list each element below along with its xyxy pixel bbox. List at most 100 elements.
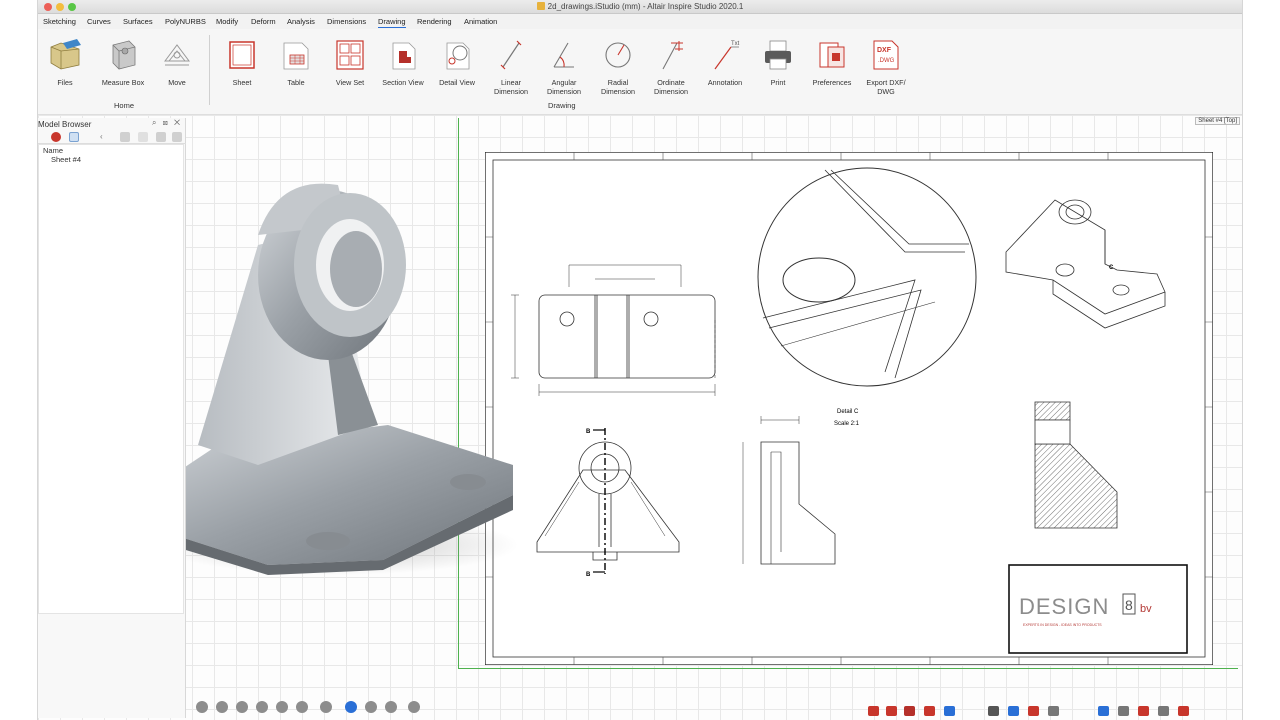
status-tool-icon[interactable]: [868, 706, 879, 716]
model-tree: [38, 144, 184, 614]
tree-item-sheet[interactable]: Sheet #4: [51, 155, 81, 164]
table-tool[interactable]: Table: [266, 37, 326, 88]
tree-column-name: Name: [43, 146, 64, 155]
printer-icon: [765, 40, 791, 70]
radial-dimension-tool[interactable]: Radial Dimension: [588, 37, 648, 96]
link-icon[interactable]: [120, 132, 130, 142]
minus-icon[interactable]: [138, 132, 148, 142]
detail-view-label: Detail View: [439, 78, 475, 87]
view-left-icon[interactable]: [236, 701, 248, 713]
sheet-tab[interactable]: Sheet #4 [Top]: [1195, 117, 1240, 125]
window-title: 2d_drawings.iStudio (mm) - Altair Inspir…: [38, 2, 1242, 11]
angular-dimension-label: Angular Dimension: [547, 78, 581, 96]
view-back-icon[interactable]: [216, 701, 228, 713]
menu-dimensions[interactable]: Dimensions: [327, 17, 366, 26]
title-bar: 2d_drawings.iStudio (mm) - Altair Inspir…: [38, 0, 1242, 14]
menu-deform[interactable]: Deform: [251, 17, 276, 26]
view-set-tool[interactable]: View Set: [320, 37, 380, 88]
status-tool-icon[interactable]: [1008, 706, 1019, 716]
logo-tagline: EXPERTS IN DESIGN - IDEAS INTO PRODUCTS: [1023, 623, 1102, 627]
view-set-icon: [336, 40, 364, 70]
menu-curves[interactable]: Curves: [87, 17, 111, 26]
detail-marker: C: [1109, 265, 1114, 271]
menu-animation[interactable]: Animation: [464, 17, 497, 26]
menu-drawing[interactable]: Drawing: [378, 17, 406, 28]
status-tool-icon[interactable]: [1178, 706, 1189, 716]
back-arrow-icon[interactable]: ‹: [100, 132, 110, 142]
svg-text:Txt: Txt: [731, 41, 740, 47]
view-icon[interactable]: [69, 132, 79, 142]
annotation-label: Annotation: [707, 78, 743, 87]
linear-dimension-label: Linear Dimension: [494, 78, 528, 96]
status-tool-icon[interactable]: [1098, 706, 1109, 716]
zoom-icon[interactable]: [345, 701, 357, 713]
export-dxf-tool[interactable]: DXF .DWG Export DXF/ DWG: [856, 37, 916, 96]
table-icon: [283, 42, 309, 70]
window-title-text: 2d_drawings.iStudio (mm) - Altair Inspir…: [547, 2, 744, 11]
menu-analysis[interactable]: Analysis: [287, 17, 315, 26]
menu-sketching[interactable]: Sketching: [43, 17, 76, 26]
ordinate-dimension-tool[interactable]: Ordinate Dimension: [641, 37, 701, 96]
status-tool-icon[interactable]: [1158, 706, 1169, 716]
layers-icon[interactable]: [156, 132, 166, 142]
view-top-icon[interactable]: [276, 701, 288, 713]
menu-surfaces[interactable]: Surfaces: [123, 17, 153, 26]
status-tool-icon[interactable]: [988, 706, 999, 716]
status-tool-icon[interactable]: [924, 706, 935, 716]
rotate-icon[interactable]: [385, 701, 397, 713]
menu-rendering[interactable]: Rendering: [417, 17, 452, 26]
section-view-icon: [392, 42, 416, 70]
linear-dimension-tool[interactable]: Linear Dimension: [481, 37, 541, 96]
linear-dimension-icon: [500, 40, 522, 70]
status-tool-icon[interactable]: [1028, 706, 1039, 716]
status-tool-icon[interactable]: [904, 706, 915, 716]
browser-panel-controls[interactable]: ⌕ ⊠ ✕: [152, 118, 182, 128]
grid-icon[interactable]: [172, 132, 182, 142]
view-set-label: View Set: [335, 78, 365, 87]
print-tool[interactable]: Print: [748, 37, 808, 88]
move-label: Move: [168, 78, 186, 87]
status-tool-icon[interactable]: [1118, 706, 1129, 716]
section-view-tool[interactable]: Section View: [373, 37, 433, 88]
export-dxf-label: Export DXF/ DWG: [866, 78, 906, 96]
status-tool-icon[interactable]: [1138, 706, 1149, 716]
view-right-icon[interactable]: [256, 701, 268, 713]
fit-view-icon[interactable]: [408, 701, 420, 713]
model-browser-title: Model Browser: [38, 120, 92, 129]
annotation-tool[interactable]: Txt Annotation: [695, 37, 755, 88]
export-dxf-icon: DXF .DWG: [873, 40, 899, 70]
drawing-sheet: B B Detail C Scale 2:1 C DESIGN 8 bv EXP…: [485, 152, 1213, 665]
menu-polynurbs[interactable]: PolyNURBS: [165, 17, 206, 26]
sheet-icon: [229, 41, 255, 69]
move-tool[interactable]: Move: [147, 37, 207, 88]
detail-view-tool[interactable]: Detail View: [427, 37, 487, 88]
folder-icon: [50, 39, 81, 70]
sheet-tool[interactable]: Sheet: [212, 37, 272, 88]
radial-dimension-label: Radial Dimension: [601, 78, 635, 96]
pan-icon[interactable]: [365, 701, 377, 713]
view-front-icon[interactable]: [196, 701, 208, 713]
view-toolbar: [38, 696, 1242, 720]
measure-box-icon: [112, 40, 136, 70]
angular-dimension-tool[interactable]: Angular Dimension: [534, 37, 594, 96]
view-iso-icon[interactable]: [320, 701, 332, 713]
preferences-icon: [819, 42, 845, 68]
status-tool-icon[interactable]: [944, 706, 955, 716]
view-bottom-icon[interactable]: [296, 701, 308, 713]
frame-guide-line: [458, 668, 1238, 669]
files-tool[interactable]: Files: [38, 37, 95, 88]
section-view-label: Section View: [382, 78, 424, 87]
ribbon-separator: [209, 35, 210, 105]
filter-icon[interactable]: [51, 132, 61, 142]
menu-modify[interactable]: Modify: [216, 17, 238, 26]
scale-label: Scale 2:1: [834, 421, 860, 427]
section-marker-bottom: B: [586, 572, 591, 578]
status-tool-icon[interactable]: [1048, 706, 1059, 716]
measure-box-tool[interactable]: Measure Box: [93, 37, 153, 88]
preferences-tool[interactable]: Preferences: [802, 37, 862, 88]
status-tool-icon[interactable]: [886, 706, 897, 716]
logo-digit: 8: [1125, 597, 1133, 613]
svg-text:DXF: DXF: [877, 47, 892, 54]
3d-part-model[interactable]: [138, 165, 518, 585]
modeling-viewport[interactable]: Sheet #4 [Top] B B Detail C Scale 2:1 C …: [38, 115, 1242, 720]
